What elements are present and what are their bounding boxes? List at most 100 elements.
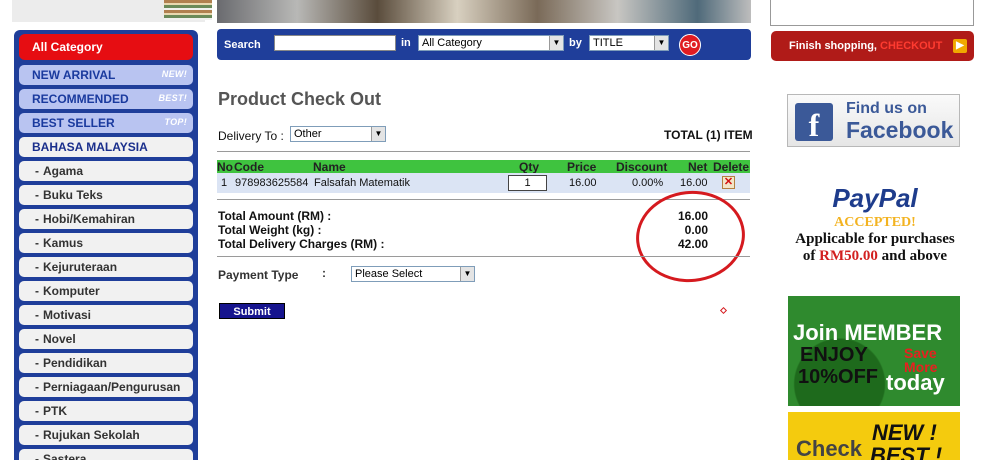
sidebar-item-label: All Category [32, 40, 103, 54]
col-delete: Delete [713, 160, 750, 174]
total-weight-label: Total Weight (kg) : [218, 223, 322, 237]
paypal-logo: PayPal [832, 183, 918, 213]
sidebar-item-new-arrival[interactable]: NEW ARRIVAL NEW! [19, 65, 193, 85]
sidebar-item-perniagaan[interactable]: - Perniagaan/Pengurusan [19, 377, 193, 397]
sidebar-item-label: Agama [43, 164, 84, 178]
sidebar-item-label: BEST SELLER [32, 116, 115, 130]
sidebar-item-label: NEW ARRIVAL [32, 68, 116, 82]
sidebar-item-agama[interactable]: - Agama [19, 161, 193, 181]
search-bar: Search in All Category ▼ by TITLE ▼ [217, 29, 751, 60]
search-by-select[interactable]: TITLE ▼ [589, 35, 669, 51]
paypal-accepted: ACCEPTED! [834, 215, 916, 230]
sidebar-item-label: PTK [43, 404, 67, 418]
red-annotation-circle [631, 185, 750, 288]
sidebar-item-hobi-kemahiran[interactable]: - Hobi/Kemahiran [19, 209, 193, 229]
search-input[interactable] [274, 35, 396, 51]
sidebar-item-all-category[interactable]: All Category [19, 34, 193, 60]
go-button[interactable]: GO [679, 34, 701, 56]
col-qty: Qty [519, 160, 540, 174]
cell-name: Falsafah Matematik [314, 177, 410, 189]
diamond-marker-icon [719, 306, 728, 315]
facebook-badge[interactable]: f Find us on Facebook [787, 94, 960, 147]
total-item-count: TOTAL (1) ITEM [664, 128, 753, 142]
by-label: by [569, 37, 582, 49]
col-price: Price [567, 160, 597, 174]
sidebar-item-best-seller[interactable]: BEST SELLER TOP! [19, 113, 193, 133]
quantity-input[interactable]: 1 [508, 175, 547, 191]
payment-type-label: Payment Type [218, 268, 299, 282]
bullet-dash: - [35, 284, 39, 298]
sidebar-item-label: Novel [43, 332, 76, 346]
page-title: Product Check Out [218, 89, 382, 109]
arrow-right-icon: ▶ [953, 39, 967, 53]
cell-no: 1 [221, 177, 228, 189]
sidebar-item-sastera[interactable]: - Sastera [19, 449, 193, 460]
cell-price: 16.00 [569, 177, 597, 189]
bullet-dash: - [35, 308, 39, 322]
sidebar-item-komputer[interactable]: - Komputer [19, 281, 193, 301]
category-select-value: All Category [422, 37, 482, 49]
new-tag: NEW! [161, 69, 187, 79]
paypal-of: of [802, 248, 816, 264]
divider [217, 256, 750, 257]
delivery-to-value: Other [294, 128, 322, 140]
join-member-banner[interactable]: Join MEMBER ENJOY 10%OFF Save More today [788, 296, 960, 406]
divider [217, 151, 750, 152]
col-net: Net [688, 160, 708, 174]
sidebar-item-kejuruteraan[interactable]: - Kejuruteraan [19, 257, 193, 277]
bullet-dash: - [35, 380, 39, 394]
bullet-dash: - [35, 212, 39, 226]
in-label: in [401, 37, 411, 49]
payment-type-select[interactable]: Please Select ▼ [351, 266, 475, 282]
delete-icon[interactable]: ✕ [722, 176, 735, 189]
chevron-down-icon: ▼ [654, 36, 668, 50]
sidebar-item-pendidikan[interactable]: - Pendidikan [19, 353, 193, 373]
sidebar-item-ptk[interactable]: - PTK [19, 401, 193, 421]
search-by-select-value: TITLE [593, 37, 623, 49]
sidebar-item-kamus[interactable]: - Kamus [19, 233, 193, 253]
bullet-dash: - [35, 452, 39, 460]
member-discount: 10%OFF [798, 366, 879, 388]
top-left-banner-strip [12, 0, 212, 22]
total-amount-label: Total Amount (RM) : [218, 209, 332, 223]
sidebar-item-bahasa-malaysia[interactable]: BAHASA MALAYSIA [19, 137, 193, 157]
submit-button[interactable]: Submit [219, 303, 285, 319]
sidebar-item-rujukan-sekolah[interactable]: - Rujukan Sekolah [19, 425, 193, 445]
paypal-banner[interactable]: PayPal ACCEPTED! Applicable for purchase… [790, 183, 960, 265]
cell-net: 16.00 [680, 177, 708, 189]
member-enjoy: ENJOY [800, 344, 868, 366]
member-today: today [886, 370, 945, 395]
col-code: Code [234, 160, 264, 174]
checkout-button[interactable]: Finish shopping, CHECKOUT ▶ [771, 31, 974, 61]
sidebar-item-buku-teks[interactable]: - Buku Teks [19, 185, 193, 205]
sidebar-item-label: Komputer [43, 284, 100, 298]
paypal-amount: RM50.00 [819, 248, 878, 264]
paypal-condition-line2: of RM50.00 and above [790, 248, 960, 265]
chevron-down-icon: ▼ [460, 267, 474, 281]
bullet-dash: - [35, 260, 39, 274]
col-discount: Discount [616, 160, 668, 174]
delivery-to-select[interactable]: Other ▼ [290, 126, 386, 142]
books-image [164, 0, 212, 20]
cart-table-header: No Code Name Qty Price Discount Net Dele… [217, 160, 750, 174]
sidebar-item-label: RECOMMENDED [32, 92, 129, 106]
new-best-banner[interactable]: Check NEW ! BEST ! [788, 412, 960, 460]
checkout-text: CHECKOUT [880, 40, 943, 52]
facebook-find-text: Find us on [846, 100, 927, 117]
bullet-dash: - [35, 164, 39, 178]
sidebar-item-label: Kejuruteraan [43, 260, 118, 274]
search-label: Search [224, 38, 261, 51]
facebook-icon: f [795, 103, 833, 143]
sidebar-item-novel[interactable]: - Novel [19, 329, 193, 349]
facebook-name-text: Facebook [846, 117, 954, 143]
best-tag: BEST! [158, 93, 187, 103]
bullet-dash: - [35, 188, 39, 202]
table-row: 1 978983625584 Falsafah Matematik 1 16.0… [217, 173, 750, 193]
sidebar-item-label: Pendidikan [43, 356, 108, 370]
new-best-check: Check [796, 436, 863, 460]
sidebar-item-label: Perniagaan/Pengurusan [43, 380, 181, 394]
sidebar-item-motivasi[interactable]: - Motivasi [19, 305, 193, 325]
payment-type-colon: : [322, 266, 326, 280]
sidebar-item-recommended[interactable]: RECOMMENDED BEST! [19, 89, 193, 109]
category-select[interactable]: All Category ▼ [418, 35, 564, 51]
